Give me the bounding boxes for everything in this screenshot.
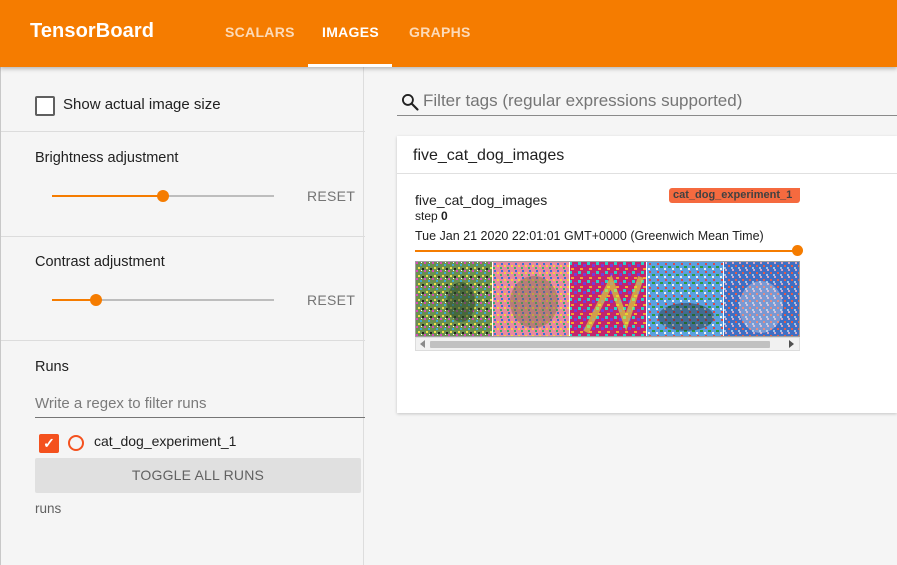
cat-dog-images: [416, 262, 799, 336]
brightness-label: Brightness adjustment: [35, 150, 179, 166]
tab-images[interactable]: IMAGES: [322, 24, 379, 40]
scroll-right-icon[interactable]: [789, 340, 794, 348]
active-tab-indicator: [308, 64, 392, 67]
divider: [1, 236, 365, 237]
scroll-left-icon[interactable]: [420, 340, 425, 348]
step-slider-thumb[interactable]: [792, 245, 803, 256]
brightness-slider-fill: [52, 195, 163, 197]
divider: [1, 340, 365, 341]
run-badge: cat_dog_experiment_1: [669, 188, 800, 203]
runs-title: Runs: [35, 359, 69, 375]
step-value: 0: [441, 209, 448, 223]
toggle-all-runs-button[interactable]: TOGGLE ALL RUNS: [35, 458, 361, 493]
tag-filter-input[interactable]: Filter tags (regular expressions support…: [423, 91, 742, 111]
runs-filter-input[interactable]: Write a regex to filter runs: [35, 392, 365, 418]
sidebar: Show actual image size Brightness adjust…: [0, 67, 365, 565]
image-card-title: five_cat_dog_images: [415, 192, 548, 208]
show-actual-size-checkbox[interactable]: [35, 96, 55, 116]
run-name: cat_dog_experiment_1: [94, 433, 237, 449]
step-slider-track[interactable]: [415, 250, 797, 252]
contrast-slider-thumb[interactable]: [90, 294, 103, 306]
run-color-radio[interactable]: [68, 435, 84, 451]
tag-group-header[interactable]: five_cat_dog_images: [397, 136, 897, 174]
runs-footer: runs: [35, 501, 62, 516]
run-checkbox[interactable]: ✓: [39, 434, 59, 453]
image-strip: [415, 261, 800, 337]
app-title: TensorBoard: [30, 20, 155, 42]
show-actual-size-label: Show actual image size: [63, 96, 221, 113]
contrast-label: Contrast adjustment: [35, 254, 165, 270]
tag-filter[interactable]: Filter tags (regular expressions support…: [397, 84, 897, 116]
tag-group-title: five_cat_dog_images: [413, 147, 565, 164]
app-toolbar: TensorBoard SCALARS IMAGES GRAPHS: [0, 0, 897, 67]
tab-graphs[interactable]: GRAPHS: [409, 24, 471, 40]
image-timestamp: Tue Jan 21 2020 22:01:01 GMT+0000 (Green…: [415, 229, 764, 243]
tab-scalars[interactable]: SCALARS: [225, 24, 295, 40]
search-icon: [402, 94, 419, 111]
divider: [1, 131, 365, 132]
image-horizontal-scrollbar[interactable]: [415, 337, 800, 351]
brightness-reset-button[interactable]: RESET: [307, 188, 355, 204]
contrast-reset-button[interactable]: RESET: [307, 292, 355, 308]
brightness-slider-thumb[interactable]: [157, 190, 169, 202]
step-info: step 0: [415, 209, 448, 223]
step-label: step: [415, 209, 438, 223]
scrollbar-thumb[interactable]: [430, 341, 770, 348]
tag-group-card: five_cat_dog_images five_cat_dog_images …: [397, 136, 897, 413]
